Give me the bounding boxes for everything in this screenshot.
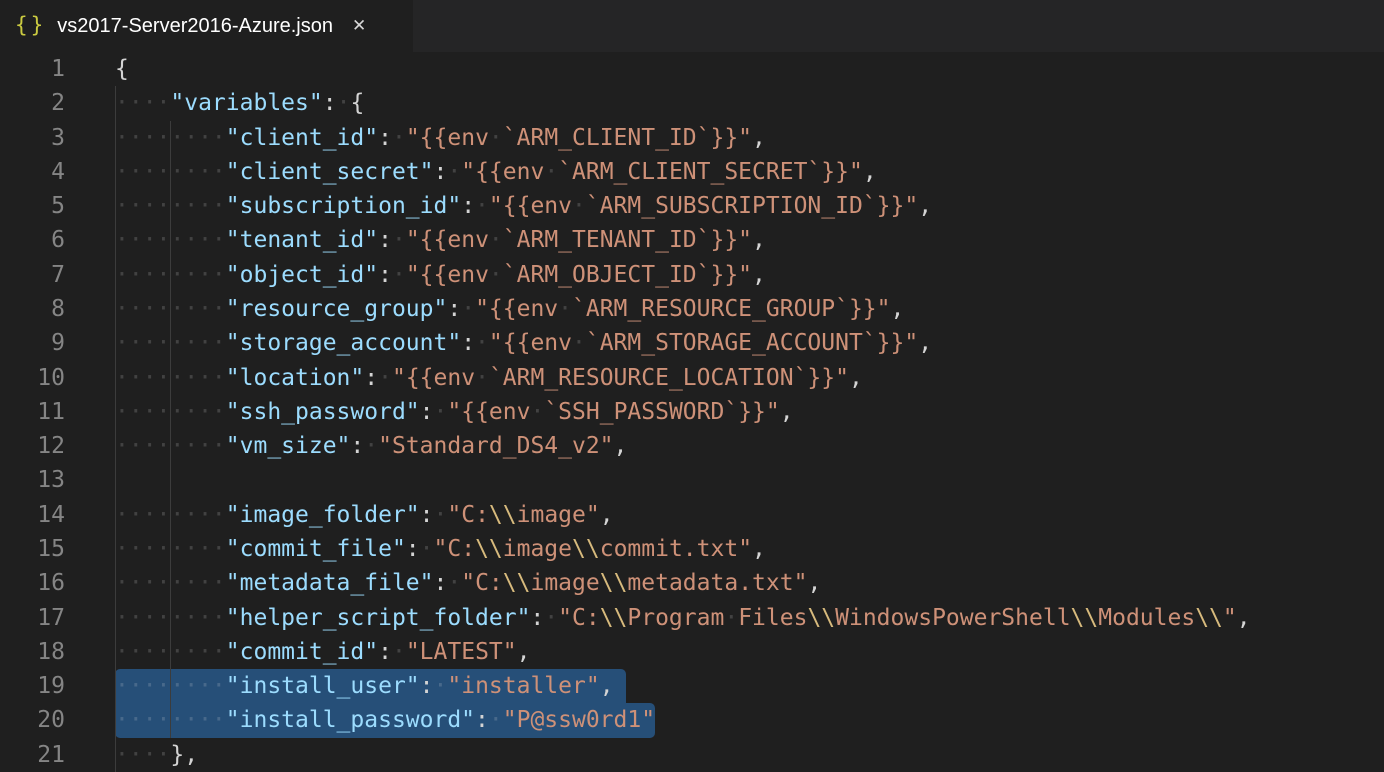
code-text: { — [115, 52, 129, 86]
tab-close-icon[interactable]: ✕ — [348, 14, 370, 38]
code-line[interactable]: 3 ········"client_id":·"{{env·`ARM_CLIENT… — [0, 121, 1384, 155]
code-line[interactable]: 17 ········"helper_script_folder":·"C:\\P… — [0, 601, 1384, 635]
code-text: ········"ssh_password":·"{{env·`SSH_PASS… — [115, 395, 794, 429]
code-text: ········"storage_account":·"{{env·`ARM_S… — [115, 326, 932, 360]
code-text: ········"commit_file":·"C:\\image\\commi… — [115, 532, 766, 566]
line-number[interactable]: 17 — [0, 601, 65, 635]
code-line[interactable]: 13 — [0, 463, 1384, 497]
tab-title: vs2017-Server2016-Azure.json — [57, 15, 333, 38]
code-text: ········"resource_group":·"{{env·`ARM_RE… — [115, 292, 904, 326]
tab-bar: {} vs2017-Server2016-Azure.json ✕ — [0, 0, 1384, 52]
line-number[interactable]: 12 — [0, 429, 65, 463]
code-line[interactable]: 21 ····}, — [0, 738, 1384, 772]
code-line[interactable]: 2 ····"variables":·{ — [0, 86, 1384, 120]
line-number[interactable]: 3 — [0, 121, 65, 155]
code-line[interactable]: 14 ········"image_folder":·"C:\\image", — [0, 498, 1384, 532]
line-number[interactable]: 10 — [0, 361, 65, 395]
code-line[interactable]: 20 ········"install_password":·"P@ssw0rd1… — [0, 703, 1384, 737]
indent-guide — [115, 463, 116, 497]
code-text: ········"metadata_file":·"C:\\image\\met… — [115, 566, 821, 600]
line-number[interactable]: 19 — [0, 669, 65, 703]
code-line[interactable]: 18 ········"commit_id":·"LATEST", — [0, 635, 1384, 669]
code-text: ········"client_secret":·"{{env·`ARM_CLI… — [115, 155, 877, 189]
tab-vs2017-server2016-azure-json[interactable]: {} vs2017-Server2016-Azure.json ✕ — [0, 0, 413, 52]
line-number[interactable]: 16 — [0, 566, 65, 600]
code-line[interactable]: 15 ········"commit_file":·"C:\\image\\com… — [0, 532, 1384, 566]
code-line[interactable]: 9 ········"storage_account":·"{{env·`ARM_… — [0, 326, 1384, 360]
code-text: ········"object_id":·"{{env·`ARM_OBJECT_… — [115, 258, 766, 292]
line-number[interactable]: 20 — [0, 703, 65, 737]
json-file-icon: {} — [15, 13, 46, 37]
code-line[interactable]: 4 ········"client_secret":·"{{env·`ARM_CL… — [0, 155, 1384, 189]
line-number[interactable]: 14 — [0, 498, 65, 532]
code-text: ········"helper_script_folder":·"C:\\Pro… — [115, 601, 1251, 635]
code-line[interactable]: 12 ········"vm_size":·"Standard_DS4_v2", — [0, 429, 1384, 463]
line-number[interactable]: 5 — [0, 189, 65, 223]
line-number[interactable]: 13 — [0, 463, 65, 497]
line-number[interactable]: 21 — [0, 738, 65, 772]
code-line[interactable]: 1{ — [0, 52, 1384, 86]
code-line[interactable]: 6 ········"tenant_id":·"{{env·`ARM_TENANT… — [0, 223, 1384, 257]
code-text: ········"install_user":·"installer", — [115, 669, 614, 703]
code-line[interactable]: 8 ········"resource_group":·"{{env·`ARM_R… — [0, 292, 1384, 326]
code-line[interactable]: 10 ········"location":·"{{env·`ARM_RESOUR… — [0, 361, 1384, 395]
code-text: ········"tenant_id":·"{{env·`ARM_TENANT_… — [115, 223, 766, 257]
line-number[interactable]: 4 — [0, 155, 65, 189]
code-text: ········"vm_size":·"Standard_DS4_v2", — [115, 429, 627, 463]
line-number[interactable]: 11 — [0, 395, 65, 429]
line-number[interactable]: 8 — [0, 292, 65, 326]
code-text: ········"install_password":·"P@ssw0rd1" — [115, 703, 655, 737]
code-line[interactable]: 16 ········"metadata_file":·"C:\\image\\m… — [0, 566, 1384, 600]
code-text: ····"variables":·{ — [115, 86, 364, 120]
code-lines: 1{2····"variables":·{3········"client_id… — [0, 52, 1384, 772]
line-number[interactable]: 2 — [0, 86, 65, 120]
code-line[interactable]: 11 ········"ssh_password":·"{{env·`SSH_PA… — [0, 395, 1384, 429]
code-text: ········"location":·"{{env·`ARM_RESOURCE… — [115, 361, 863, 395]
code-text: ····}, — [115, 738, 198, 772]
line-number[interactable]: 7 — [0, 258, 65, 292]
code-editor[interactable]: 1{2····"variables":·{3········"client_id… — [0, 52, 1384, 772]
code-line[interactable]: 5 ········"subscription_id":·"{{env·`ARM_… — [0, 189, 1384, 223]
line-number[interactable]: 6 — [0, 223, 65, 257]
code-line[interactable]: 7 ········"object_id":·"{{env·`ARM_OBJECT… — [0, 258, 1384, 292]
code-text: ········"commit_id":·"LATEST", — [115, 635, 530, 669]
line-number[interactable]: 1 — [0, 52, 65, 86]
code-line[interactable]: 19 ········"install_user":·"installer", — [0, 669, 1384, 703]
code-text: ········"client_id":·"{{env·`ARM_CLIENT_… — [115, 121, 766, 155]
indent-guide — [170, 463, 171, 497]
code-text: ········"subscription_id":·"{{env·`ARM_S… — [115, 189, 932, 223]
line-number[interactable]: 15 — [0, 532, 65, 566]
line-number[interactable]: 9 — [0, 326, 65, 360]
line-number[interactable]: 18 — [0, 635, 65, 669]
code-text: ········"image_folder":·"C:\\image", — [115, 498, 614, 532]
